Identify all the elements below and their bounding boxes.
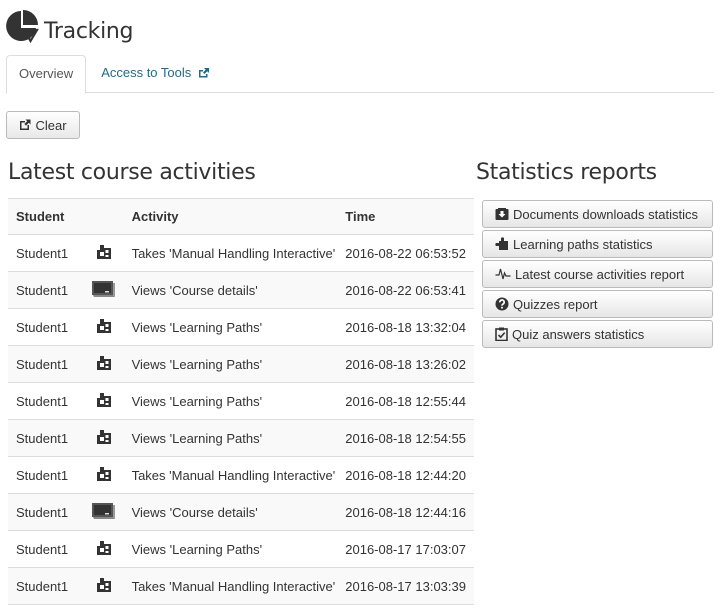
report-button-learning-paths-statistics[interactable]: Learning paths statistics xyxy=(482,230,713,258)
time-cell: 2016-08-18 13:32:04 xyxy=(343,308,474,346)
activity-icon-cell xyxy=(85,308,124,346)
table-row: Student1 Views 'Learning Paths' 2016-08-… xyxy=(8,308,474,346)
student-cell: Student1 xyxy=(8,419,86,457)
learning-path-icon xyxy=(95,392,113,411)
column-header-activity: Activity xyxy=(123,198,344,235)
activity-cell: Views 'Course details' xyxy=(123,493,344,531)
time-cell: 2016-08-17 13:03:39 xyxy=(343,567,474,605)
activity-icon-cell xyxy=(85,530,124,568)
report-button-label: Documents downloads statistics xyxy=(513,206,698,222)
learning-path-icon xyxy=(95,577,113,596)
reports-list: Documents downloads statistics Learning p… xyxy=(482,200,713,350)
report-button-documents-downloads-statistics[interactable]: Documents downloads statistics xyxy=(482,200,713,228)
column-header-student: Student xyxy=(8,198,86,235)
time-cell: 2016-08-18 12:54:55 xyxy=(343,419,474,457)
activity-icon-cell xyxy=(85,567,124,605)
activity-icon-cell xyxy=(85,382,124,420)
table-row: Student1 Takes 'Manual Handling Interact… xyxy=(8,567,474,605)
activity-cell: Views 'Learning Paths' xyxy=(123,382,344,420)
table-row: Student1 Takes 'Manual Handling Interact… xyxy=(8,456,474,494)
table-row: Student1 Views 'Learning Paths' 2016-08-… xyxy=(8,530,474,568)
activity-cell: Takes 'Manual Handling Interactive' xyxy=(123,567,344,605)
time-cell: 2016-08-18 12:55:44 xyxy=(343,382,474,420)
activity-cell: Takes 'Manual Handling Interactive' xyxy=(123,234,344,272)
report-button-latest-course-activities-report[interactable]: Latest course activities report xyxy=(482,260,713,288)
pulse-icon xyxy=(495,268,515,280)
report-button-label: Quizzes report xyxy=(513,296,598,312)
question-circle-icon xyxy=(495,297,513,311)
student-cell: Student1 xyxy=(8,234,86,272)
clear-button-label: Clear xyxy=(35,117,67,133)
activity-icon-cell xyxy=(85,419,124,457)
activity-icon-cell xyxy=(85,493,124,531)
column-header-time: Time xyxy=(343,198,474,235)
student-cell: Student1 xyxy=(8,530,86,568)
student-cell: Student1 xyxy=(8,493,86,531)
table-row: Student1 Takes 'Manual Handling Interact… xyxy=(8,234,474,272)
column-header-icon xyxy=(85,198,124,235)
report-button-label: Learning paths statistics xyxy=(513,236,653,252)
activity-cell: Views 'Learning Paths' xyxy=(123,530,344,568)
student-cell: Student1 xyxy=(8,456,86,494)
time-cell: 2016-08-22 06:53:52 xyxy=(343,234,474,272)
reports-title: Statistics reports xyxy=(476,160,657,185)
learning-path-icon xyxy=(95,244,113,263)
student-cell: Student1 xyxy=(8,345,86,383)
edit-external-icon xyxy=(20,119,31,130)
tab-label: Access to Tools xyxy=(101,65,192,80)
tab-overview[interactable]: Overview xyxy=(6,55,87,94)
report-button-label: Latest course activities report xyxy=(515,266,685,282)
page-title: Tracking xyxy=(44,18,134,44)
time-cell: 2016-08-18 12:44:20 xyxy=(343,456,474,494)
page-header: Tracking xyxy=(6,8,134,44)
table-header-row: Student Activity Time xyxy=(8,198,474,235)
activity-icon-cell xyxy=(85,234,124,272)
time-cell: 2016-08-18 13:26:02 xyxy=(343,345,474,383)
activity-cell: Views 'Learning Paths' xyxy=(123,308,344,346)
external-link-icon xyxy=(198,68,209,78)
learning-path-icon xyxy=(95,466,113,485)
activities-table: Student Activity Time Student1 Takes 'Ma… xyxy=(8,198,474,605)
report-button-label: Quiz answers statistics xyxy=(512,326,645,342)
table-row: Student1 Views 'Learning Paths' 2016-08-… xyxy=(8,345,474,383)
activity-cell: Views 'Learning Paths' xyxy=(123,345,344,383)
table-row: Student1 Views 'Learning Paths' 2016-08-… xyxy=(8,419,474,457)
table-row: Student1 Views 'Course details' 2016-08-… xyxy=(8,271,474,309)
learning-path-icon xyxy=(95,318,113,337)
download-box-icon xyxy=(495,208,513,220)
clear-button[interactable]: Clear xyxy=(6,111,80,139)
tab-label: Overview xyxy=(19,66,74,81)
student-cell: Student1 xyxy=(8,567,86,605)
student-cell: Student1 xyxy=(8,382,86,420)
learning-path-icon xyxy=(95,355,113,374)
course-details-icon xyxy=(91,280,117,301)
time-cell: 2016-08-17 17:03:07 xyxy=(343,530,474,568)
activity-cell: Views 'Course details' xyxy=(123,271,344,309)
student-cell: Student1 xyxy=(8,308,86,346)
time-cell: 2016-08-18 12:44:16 xyxy=(343,493,474,531)
pie-chart-icon xyxy=(6,10,39,43)
tab-access-to-tools[interactable]: Access to Tools xyxy=(86,55,222,93)
puzzle-icon xyxy=(495,237,513,251)
table-row: Student1 Views 'Course details' 2016-08-… xyxy=(8,493,474,531)
activity-icon-cell xyxy=(85,456,124,494)
activity-icon-cell xyxy=(85,345,124,383)
course-details-icon xyxy=(91,502,117,523)
report-button-quiz-answers-statistics[interactable]: Quiz answers statistics xyxy=(482,320,713,348)
tab-bar: Overview Access to Tools xyxy=(6,55,714,94)
time-cell: 2016-08-22 06:53:41 xyxy=(343,271,474,309)
student-cell: Student1 xyxy=(8,271,86,309)
clipboard-check-icon xyxy=(495,327,512,341)
learning-path-icon xyxy=(95,429,113,448)
activity-cell: Takes 'Manual Handling Interactive' xyxy=(123,456,344,494)
report-button-quizzes-report[interactable]: Quizzes report xyxy=(482,290,713,318)
activity-icon-cell xyxy=(85,271,124,309)
activities-title: Latest course activities xyxy=(8,160,256,185)
learning-path-icon xyxy=(95,540,113,559)
table-row: Student1 Views 'Learning Paths' 2016-08-… xyxy=(8,382,474,420)
activity-cell: Views 'Learning Paths' xyxy=(123,419,344,457)
